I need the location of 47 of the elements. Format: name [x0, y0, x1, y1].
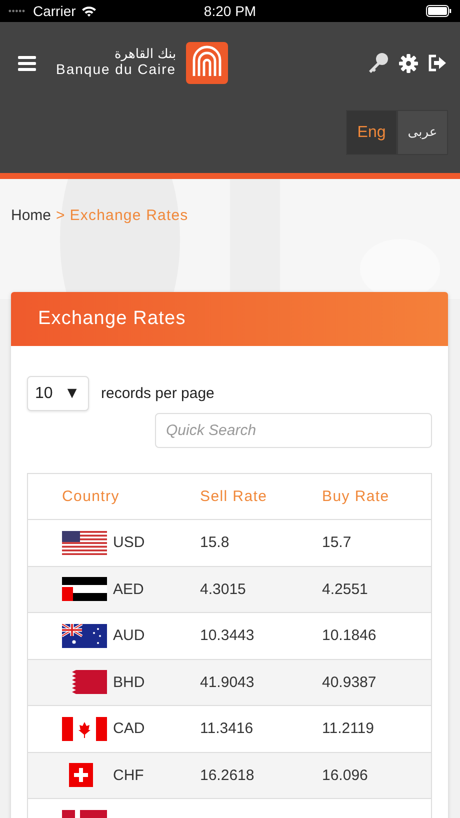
- currency-code: USD: [113, 534, 145, 552]
- arches-logo-icon: [186, 42, 228, 84]
- language-tab[interactable]: عربى: [397, 110, 448, 155]
- table-row[interactable]: AED 4.3015 4.2551: [28, 566, 431, 613]
- flag-icon: [69, 763, 93, 788]
- currency-code: CHF: [113, 766, 144, 784]
- buy-rate: 16.096: [322, 766, 368, 784]
- logo-arabic-text: بنك القاهرة: [114, 48, 176, 62]
- buy-rate: 15.7: [322, 534, 352, 552]
- home-link[interactable]: Home: [11, 207, 52, 224]
- buy-rate: 11.2119: [322, 720, 374, 738]
- page-size-select[interactable]: 10 ▼: [27, 376, 89, 411]
- sell-rate: 4.3015: [200, 580, 247, 598]
- flag-icon: [62, 624, 107, 648]
- currency-code: AUD: [113, 627, 145, 644]
- table-row[interactable]: CHF 16.2618 16.096: [28, 752, 431, 799]
- table-row[interactable]: BHD 41.9043 40.9387: [28, 660, 431, 706]
- breadcrumb-current: Exchange Rates: [70, 207, 188, 224]
- signal-icon: [8, 9, 26, 13]
- wifi-icon: [80, 5, 97, 17]
- sell-rate: 16.2618: [200, 766, 256, 784]
- flag-icon: [62, 530, 107, 555]
- language-tab[interactable]: Eng: [346, 110, 397, 155]
- buy-rate: 10.1846: [322, 627, 376, 644]
- page-size-label: records per page: [101, 385, 214, 402]
- battery-icon: [426, 5, 452, 17]
- currency-code: BHD: [113, 674, 145, 691]
- buy-rate: 4.2551: [322, 580, 368, 598]
- breadcrumb-separator: >: [56, 207, 65, 224]
- sell-rate: 15.8: [200, 534, 230, 552]
- logo-text: Banque du Caire: [56, 62, 176, 78]
- flag-icon: [62, 716, 107, 741]
- sell-rate: 10.3443: [200, 627, 256, 644]
- buy-rate: 40.9387: [322, 674, 376, 691]
- key-icon[interactable]: [367, 52, 389, 74]
- settings-icon[interactable]: [399, 54, 418, 72]
- status-time: 8:20 PM: [204, 3, 256, 19]
- sell-rate: 11.3416: [200, 720, 254, 738]
- logout-icon[interactable]: [428, 54, 446, 72]
- search-field[interactable]: Quick Search: [155, 413, 432, 448]
- sell-rate: 41.9043: [200, 674, 256, 691]
- menu-icon[interactable]: [18, 56, 36, 70]
- currency-code: CAD: [113, 720, 145, 738]
- flag-icon: [62, 577, 107, 602]
- card-title: Exchange Rates: [38, 308, 186, 330]
- carrier-name: Carrier: [33, 3, 76, 19]
- currency-code: AED: [113, 580, 144, 598]
